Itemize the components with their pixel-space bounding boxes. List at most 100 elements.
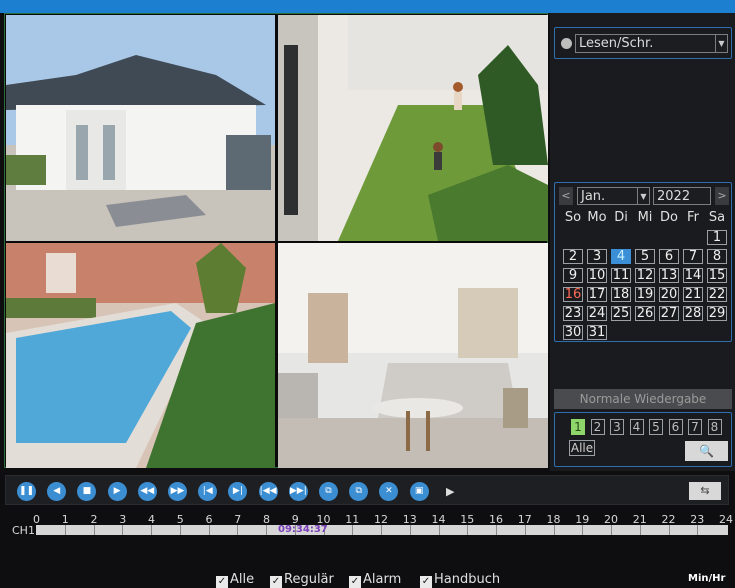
copy-icon: ⧉	[355, 486, 362, 496]
month-select[interactable]: Jan. ▼	[577, 187, 650, 205]
filter-all-label: Alle	[230, 572, 255, 587]
calendar-day[interactable]: 29	[707, 306, 727, 321]
calendar-day[interactable]: 21	[683, 287, 703, 302]
timeline-hour-divider	[611, 525, 612, 535]
save-button[interactable]: ▣	[409, 482, 429, 501]
reverse-play-icon: ◀	[53, 486, 61, 496]
calendar-day[interactable]: 3	[587, 249, 607, 264]
calendar-day[interactable]: 1	[707, 230, 727, 245]
calendar-day[interactable]: 19	[635, 287, 655, 302]
pause-icon: ❚❚	[18, 486, 35, 496]
camera-view-2[interactable]	[278, 15, 548, 241]
calendar-day[interactable]: 12	[635, 268, 655, 283]
channel-checkbox[interactable]: 2	[590, 419, 605, 435]
calendar-day[interactable]: 5	[635, 249, 655, 264]
mode-select[interactable]: Lesen/Schr. ▼	[575, 34, 728, 53]
calendar-day[interactable]: 11	[611, 268, 631, 283]
timeline-hour-divider	[64, 525, 66, 535]
video-grid[interactable]	[4, 13, 548, 468]
calendar-day[interactable]: 16	[563, 287, 583, 302]
stop-icon: ■	[82, 486, 92, 496]
calendar-day[interactable]: 31	[587, 325, 607, 340]
checkmark-icon: ✓	[349, 576, 361, 588]
rewind-icon: ◀◀	[140, 486, 155, 496]
calendar-day[interactable]: 26	[635, 306, 655, 321]
save-icon: ▣	[414, 486, 424, 496]
timeline-hour-divider	[266, 525, 267, 535]
calendar-day[interactable]: 30	[563, 325, 583, 340]
filter-all-checkbox[interactable]: ✓ Alle	[216, 572, 254, 588]
calendar-day[interactable]: 25	[611, 306, 631, 321]
calendar-day[interactable]: 6	[659, 249, 679, 264]
timeline-track[interactable]	[36, 525, 728, 535]
calendar-day[interactable]: 2	[563, 249, 583, 264]
timeline-hour-divider	[208, 525, 210, 535]
timeline-hour-divider	[697, 525, 699, 535]
checkmark-icon: ✓	[270, 576, 282, 588]
prev-month-button[interactable]: <	[559, 187, 573, 205]
cut-button[interactable]: ✕	[379, 482, 399, 501]
all-channels-checkbox[interactable]: Alle	[569, 440, 595, 456]
calendar-day[interactable]: 15	[707, 268, 727, 283]
search-button[interactable]: 🔍	[685, 441, 728, 461]
calendar-day[interactable]: 14	[683, 268, 703, 283]
rewind-button[interactable]: ◀◀	[137, 482, 157, 501]
camera-view-4[interactable]	[278, 243, 548, 468]
calendar-day[interactable]: 27	[659, 306, 679, 321]
calendar-day[interactable]: 20	[659, 287, 679, 302]
channel-checkbox[interactable]: 4	[629, 419, 644, 435]
next-frame-button[interactable]: ▶|	[228, 482, 248, 501]
calendar-day[interactable]: 10	[587, 268, 607, 283]
timeline-hour-divider	[467, 525, 469, 535]
calendar-day[interactable]: 9	[563, 268, 583, 283]
calendar-day[interactable]: 22	[707, 287, 727, 302]
calendar-day[interactable]: 13	[659, 268, 679, 283]
channel-checkbox[interactable]: 3	[610, 419, 624, 435]
next-month-button[interactable]: >	[715, 187, 729, 205]
weekday-label: Do	[660, 210, 678, 225]
filter-manual-checkbox[interactable]: ✓ Handbuch	[420, 572, 500, 588]
copy-button[interactable]: ⧉	[349, 482, 369, 501]
scale-toggle[interactable]: Min/Hr	[688, 573, 725, 584]
camera-view-1[interactable]	[6, 15, 275, 241]
sync-toggle-button[interactable]: ⇆	[689, 482, 721, 500]
calendar-day[interactable]: 17	[587, 287, 607, 302]
filter-regular-checkbox[interactable]: ✓ Regulär	[270, 572, 334, 588]
channel-checkbox[interactable]: 5	[649, 419, 663, 435]
calendar-day[interactable]: 18	[611, 287, 631, 302]
timeline-hour-divider	[93, 525, 95, 535]
timeline-hour-divider	[553, 525, 555, 535]
clip-button[interactable]: ⧉	[319, 482, 338, 501]
filter-alarm-checkbox[interactable]: ✓ Alarm	[349, 572, 401, 588]
camera-view-3[interactable]	[6, 243, 275, 468]
channel-checkbox[interactable]: 1	[571, 419, 585, 435]
filter-manual-label: Handbuch	[434, 572, 501, 587]
stop-button[interactable]: ■	[77, 482, 97, 501]
fast-forward-button[interactable]: ▶▶	[168, 482, 187, 501]
calendar-day[interactable]: 28	[683, 306, 703, 321]
chevron-down-icon: ▼	[637, 188, 649, 204]
year-input[interactable]: 2022	[653, 187, 711, 205]
checkmark-icon: ✓	[420, 576, 432, 588]
playback-mode-button[interactable]: Normale Wiedergabe	[554, 389, 732, 409]
record-filter-bar: ✓ Alle ✓ Regulär ✓ Alarm ✓ Handbuch	[0, 569, 735, 588]
timeline[interactable]: 0 1 2 3 4 5 6 7 8 9 10 11 12 13 14 15 16 17 18 19 20 21 22 23 24…	[12, 513, 733, 543]
calendar-day[interactable]: 23	[563, 306, 583, 321]
calendar-day[interactable]: 8	[707, 249, 727, 264]
channel-checkbox[interactable]: 8	[707, 419, 722, 435]
filter-regular-label: Regulär	[284, 572, 334, 587]
play-button[interactable]: ▶	[107, 482, 127, 501]
timeline-hour-divider	[524, 525, 526, 535]
reverse-play-button[interactable]: ◀	[47, 482, 67, 501]
weekday-label: Sa	[708, 210, 726, 225]
prev-frame-button[interactable]: |◀	[198, 482, 218, 501]
calendar-day[interactable]: 4	[611, 249, 631, 264]
channel-checkbox[interactable]: 7	[688, 419, 702, 435]
calendar-day[interactable]: 7	[683, 249, 703, 264]
pause-button[interactable]: ❚❚	[17, 482, 36, 501]
calendar-day[interactable]: 24	[587, 306, 607, 321]
prev-segment-button[interactable]: |◀◀	[258, 482, 278, 501]
next-segment-button[interactable]: ▶▶|	[288, 482, 308, 501]
search-icon: 🔍	[699, 444, 714, 458]
channel-checkbox[interactable]: 6	[668, 419, 683, 435]
